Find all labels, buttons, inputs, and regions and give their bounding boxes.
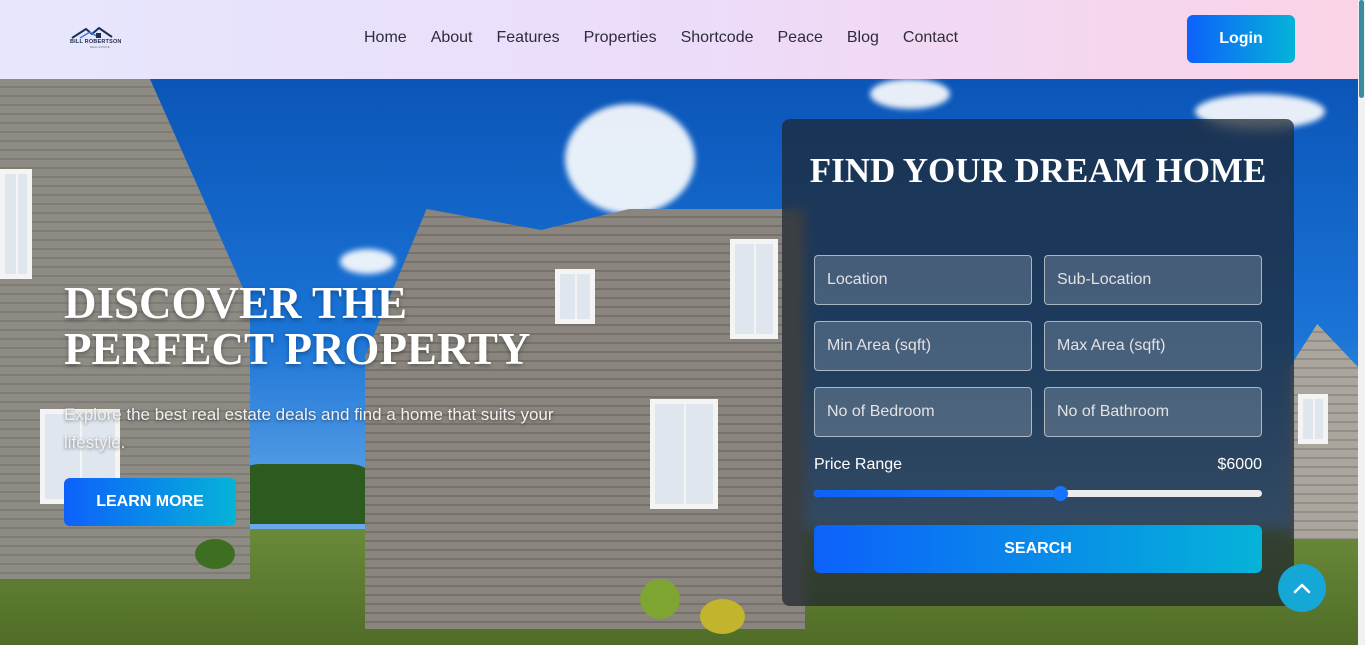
max-area-input[interactable] <box>1044 321 1262 371</box>
nav-blog[interactable]: Blog <box>847 29 879 47</box>
house-window <box>0 169 32 279</box>
logo-subtext: REAL ESTATE <box>90 45 110 49</box>
scrollbar-thumb[interactable] <box>1359 0 1364 98</box>
hero-title: DISCOVER THE PERFECT PROPERTY <box>64 278 531 374</box>
cloud <box>565 104 695 214</box>
hero-subtitle: Explore the best real estate deals and f… <box>64 405 554 452</box>
back-to-top-button[interactable] <box>1278 564 1326 612</box>
bathrooms-input[interactable] <box>1044 387 1262 437</box>
site-header: BILL ROBERTSON REAL ESTATE Home About Fe… <box>0 0 1358 79</box>
price-slider-fill <box>814 490 1061 497</box>
price-range-slider[interactable] <box>814 486 1262 501</box>
price-range-label: Price Range <box>814 456 903 473</box>
shrub <box>640 579 680 619</box>
nav-peace[interactable]: Peace <box>778 29 823 47</box>
chevron-up-icon <box>1293 583 1311 594</box>
shrub <box>195 539 235 569</box>
house-window <box>650 399 718 509</box>
bedrooms-input[interactable] <box>814 387 1032 437</box>
cloud <box>870 79 950 109</box>
page-scrollbar[interactable] <box>1358 0 1365 645</box>
shrub <box>700 599 745 634</box>
nav-contact[interactable]: Contact <box>903 29 958 47</box>
nav-about[interactable]: About <box>431 29 473 47</box>
login-button[interactable]: Login <box>1187 15 1295 63</box>
sub-location-input[interactable] <box>1044 255 1262 305</box>
house-window <box>1298 394 1328 444</box>
main-nav: Home About Features Properties Shortcode… <box>352 29 970 47</box>
property-search-panel: FIND YOUR DREAM HOME Price Range $6000 S… <box>782 119 1294 606</box>
location-input[interactable] <box>814 255 1032 305</box>
nav-home[interactable]: Home <box>364 29 407 47</box>
nav-features[interactable]: Features <box>497 29 560 47</box>
search-button[interactable]: SEARCH <box>814 525 1262 573</box>
house-window <box>730 239 778 339</box>
nav-shortcode[interactable]: Shortcode <box>681 29 754 47</box>
cloud <box>340 249 395 274</box>
house-roof-icon <box>71 27 113 39</box>
tree-line <box>230 464 380 524</box>
learn-more-button[interactable]: LEARN MORE <box>64 478 236 526</box>
price-slider-thumb[interactable] <box>1053 486 1069 501</box>
min-area-input[interactable] <box>814 321 1032 371</box>
site-logo[interactable]: BILL ROBERTSON REAL ESTATE <box>68 27 130 49</box>
search-panel-title: FIND YOUR DREAM HOME <box>809 151 1267 190</box>
price-range-value: $6000 <box>1217 456 1263 473</box>
nav-properties[interactable]: Properties <box>584 29 657 47</box>
